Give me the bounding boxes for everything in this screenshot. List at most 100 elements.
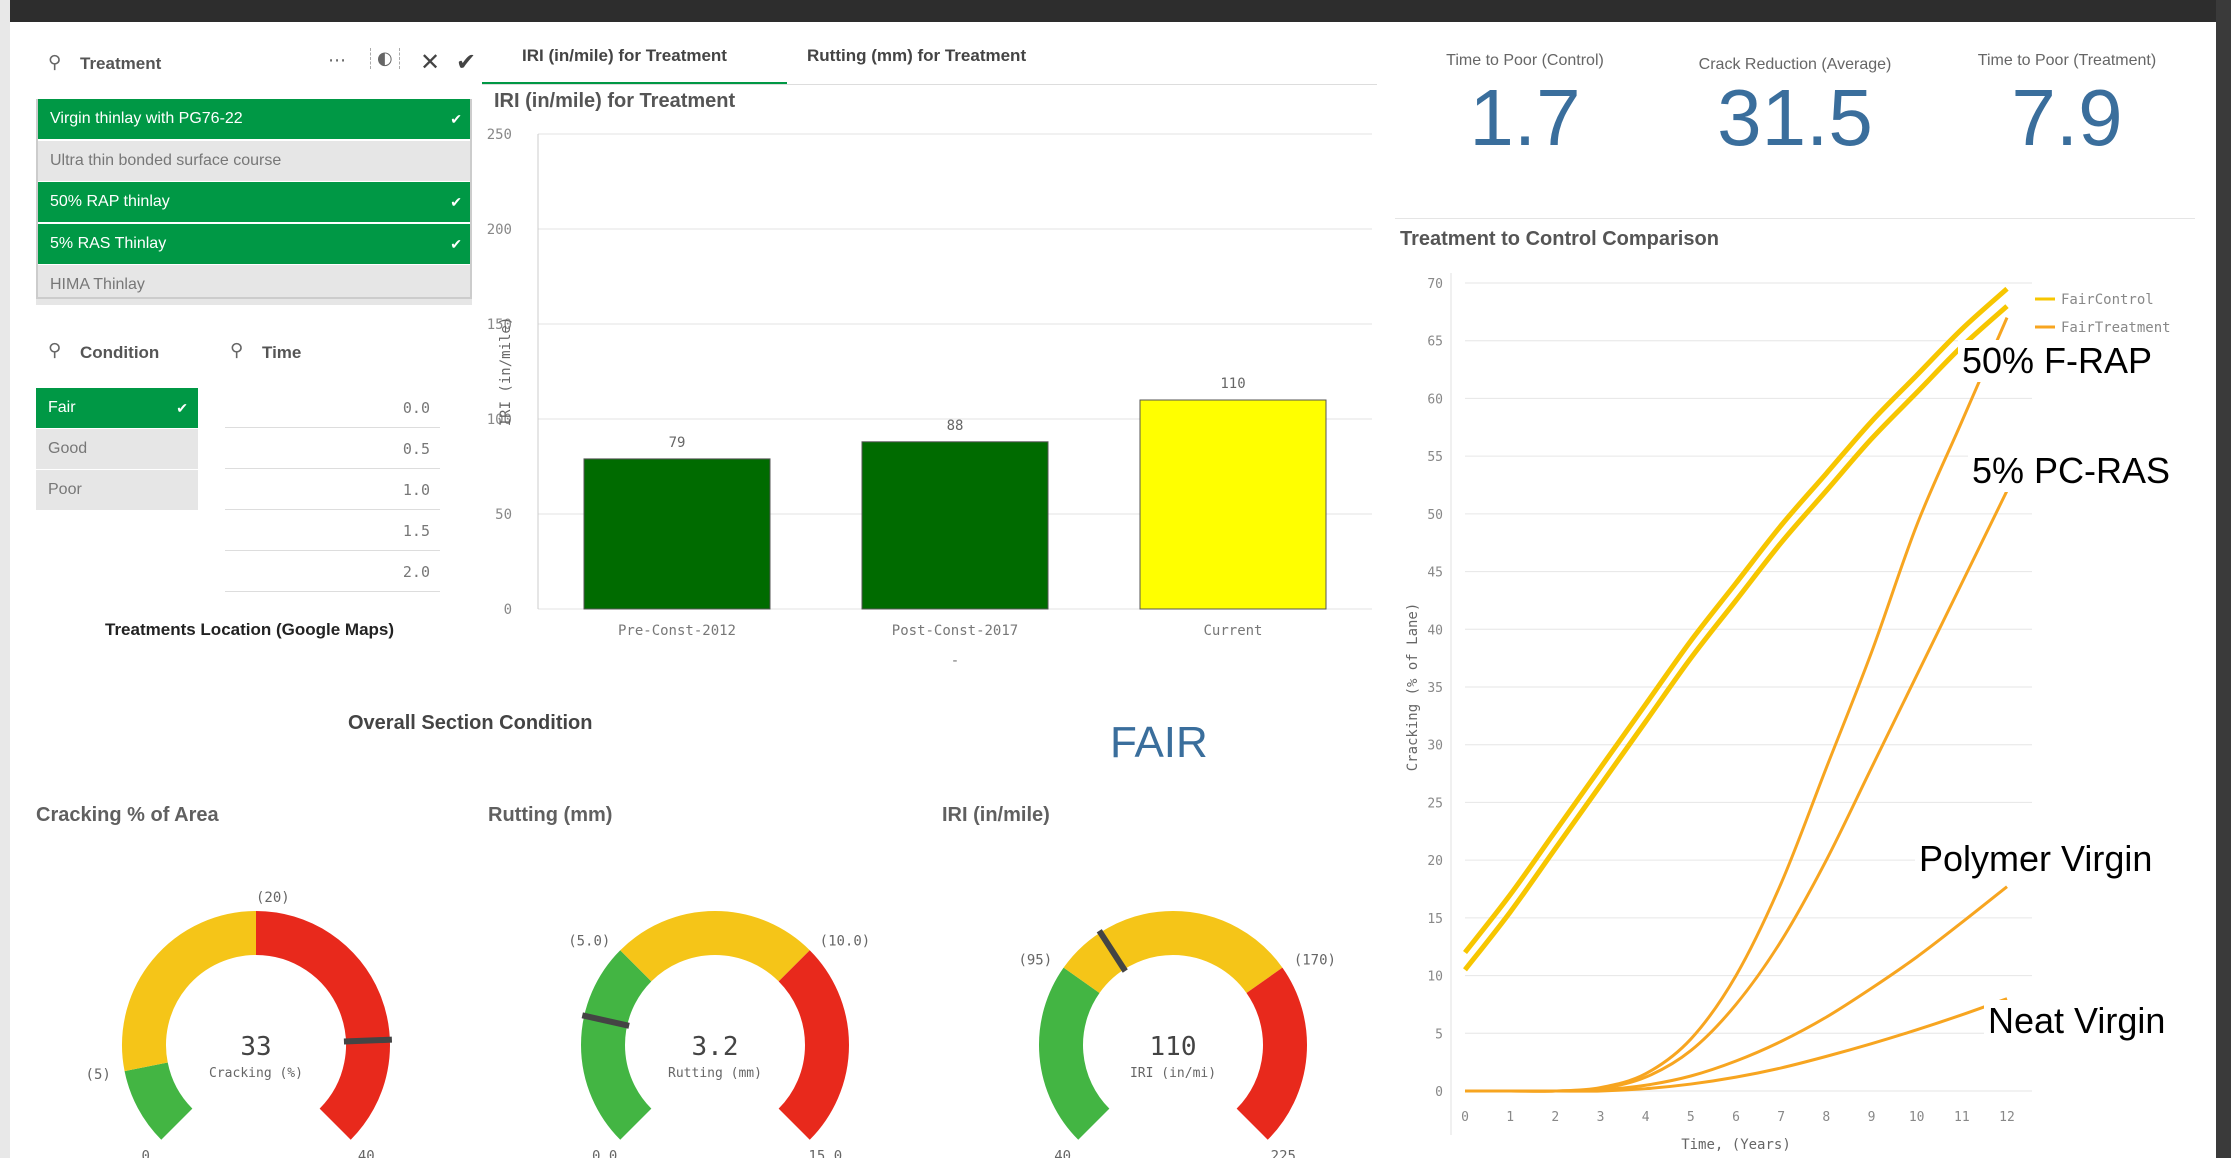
right-frame-bar [2216, 0, 2231, 1158]
condition-option[interactable]: Poor [36, 470, 198, 510]
line-x-tick: 12 [1999, 1110, 2015, 1125]
bar-category-label: Post-Const-2017 [892, 623, 1018, 639]
line-series[interactable] [1465, 885, 2008, 1093]
close-icon[interactable]: ✕ [420, 48, 440, 76]
line-x-tick: 2 [1551, 1110, 1559, 1125]
bar-category-label: Pre-Const-2012 [618, 623, 736, 639]
line-y-tick: 35 [1427, 681, 1443, 696]
line-x-tick: 6 [1732, 1110, 1740, 1125]
gauge-tick-label: (5) [86, 1067, 111, 1083]
kpi-time-control: Time to Poor (Control) 1.7 [1400, 52, 1650, 164]
tab-rutting[interactable]: Rutting (mm) for Treatment [795, 40, 1095, 82]
maps-label[interactable]: Treatments Location (Google Maps) [105, 620, 394, 640]
more-icon[interactable]: ⋯ [328, 50, 346, 71]
line-x-tick: 9 [1868, 1110, 1876, 1125]
gauge-tick-label: 40 [358, 1148, 375, 1158]
check-icon: ✔ [450, 194, 462, 210]
overall-section-value: FAIR [1110, 718, 1208, 767]
search-icon[interactable]: ⚲ [48, 340, 61, 361]
time-option[interactable]: 0.5 [225, 429, 440, 469]
line-y-tick: 5 [1435, 1027, 1443, 1042]
line-x-tick: 7 [1777, 1110, 1785, 1125]
gauge-band [1063, 911, 1283, 994]
check-icon: ✔ [450, 111, 462, 127]
kpi-crack-reduction-value: 31.5 [1717, 73, 1873, 162]
time-option[interactable]: 0.0 [225, 388, 440, 428]
overall-section-label: Overall Section Condition [348, 712, 593, 734]
kpi-divider [1395, 218, 2195, 219]
tab-underline [482, 84, 1377, 85]
select-region-icon[interactable]: ◐ [370, 48, 400, 69]
treatment-option[interactable]: 50% RAP thinlay ✔ [36, 182, 472, 222]
bar-value-label: 110 [1220, 376, 1245, 392]
line-x-tick: 0 [1461, 1110, 1469, 1125]
gauge-tick-label: (20) [256, 890, 290, 906]
gauges: 33 Cracking (%) 0 40 (5) (20) 3.2 Rutting (mm) 0… [86, 890, 1336, 1158]
bar-value-label: 79 [669, 435, 686, 451]
line-x-tick: 5 [1687, 1110, 1695, 1125]
line-y-tick: 65 [1427, 335, 1443, 350]
line-x-tick: 11 [1954, 1110, 1970, 1125]
time-option[interactable]: 1.5 [225, 511, 440, 551]
gauge-band [778, 950, 849, 1140]
bar[interactable] [1139, 399, 1327, 610]
iri-bar-chart: 050100150200250IRI (in/mile)79Pre-Const-… [487, 127, 1372, 669]
gauge-band [581, 950, 652, 1140]
gauge-band [620, 911, 810, 982]
treatment-option[interactable]: HIMA Thinlay [36, 265, 472, 305]
gauge-title-cracking: Cracking % of Area [36, 804, 219, 826]
treatment-option[interactable]: Virgin thinlay with PG76-22 ✔ [36, 99, 472, 139]
tab-rutting-label: Rutting (mm) for Treatment [807, 46, 1027, 65]
gauge-tick-label: 225 [1271, 1148, 1296, 1158]
kpi-crack-reduction: Crack Reduction (Average) 31.5 [1670, 56, 1920, 164]
condition-option[interactable]: Good [36, 429, 198, 469]
search-icon[interactable]: ⚲ [48, 52, 61, 73]
treatment-option[interactable]: Ultra thin bonded surface course [36, 140, 472, 181]
gauge-title-rutting: Rutting (mm) [488, 804, 613, 826]
condition-option-label: Good [48, 440, 88, 457]
kpi-time-treatment-value: 7.9 [2011, 73, 2123, 162]
kpi-time-control-value: 1.7 [1469, 73, 1581, 162]
line-x-tick: 10 [1909, 1110, 1925, 1125]
bar-chart-title: IRI (in/mile) for Treatment [494, 90, 736, 112]
gauge-band [255, 911, 390, 1140]
treatment-option-label: 50% RAP thinlay [50, 193, 170, 210]
line-y-tick: 70 [1427, 277, 1443, 292]
line-y-axis-label: Cracking (% of Lane) [1405, 603, 1421, 772]
search-icon[interactable]: ⚲ [230, 340, 243, 361]
time-option[interactable]: 2.0 [225, 552, 440, 592]
gauge-tick-label: 0.0 [592, 1148, 617, 1158]
condition-option[interactable]: Fair ✔ [36, 388, 198, 428]
gauge-tick-label: 40 [1054, 1148, 1071, 1158]
gauge-tick-label: (5.0) [568, 933, 610, 949]
tab-iri[interactable]: IRI (in/mile) for Treatment [482, 40, 787, 85]
line-y-tick: 0 [1435, 1085, 1443, 1100]
line-y-tick: 30 [1427, 739, 1443, 754]
gauge-unit: Rutting (mm) [668, 1066, 762, 1081]
gauge-unit: IRI (in/mi) [1130, 1066, 1216, 1081]
gauge-tick-label: 15.0 [808, 1148, 842, 1158]
gauge-title-iri: IRI (in/mile) [942, 804, 1050, 826]
confirm-icon[interactable]: ✔ [456, 48, 476, 76]
bar[interactable] [583, 458, 771, 610]
gauge-tick-label: (170) [1294, 953, 1336, 969]
bar[interactable] [861, 441, 1049, 610]
gauge-value: 33 [240, 1032, 271, 1062]
annotation-50-f-rap: 50% F-RAP [1958, 340, 2157, 382]
line-y-tick: 10 [1427, 970, 1443, 985]
line-x-tick: 3 [1597, 1110, 1605, 1125]
line-y-tick: 50 [1427, 508, 1443, 523]
check-icon: ✔ [450, 235, 462, 252]
line-y-tick: 20 [1427, 854, 1443, 869]
gauge-tick-label: (10.0) [820, 933, 871, 949]
line-y-tick: 60 [1427, 392, 1443, 407]
kpi-time-control-label: Time to Poor (Control) [1446, 52, 1604, 69]
line-x-tick: 4 [1642, 1110, 1650, 1125]
treatment-option[interactable]: 5% RAS Thinlay ✔ [36, 223, 472, 264]
line-series[interactable] [1465, 997, 2008, 1093]
bar-value-label: 88 [947, 418, 964, 434]
time-option[interactable]: 1.0 [225, 470, 440, 510]
legend-label: FairTreatment [2061, 320, 2171, 336]
gauge-band [124, 1061, 193, 1140]
kpi-time-treatment-label: Time to Poor (Treatment) [1977, 52, 2157, 69]
